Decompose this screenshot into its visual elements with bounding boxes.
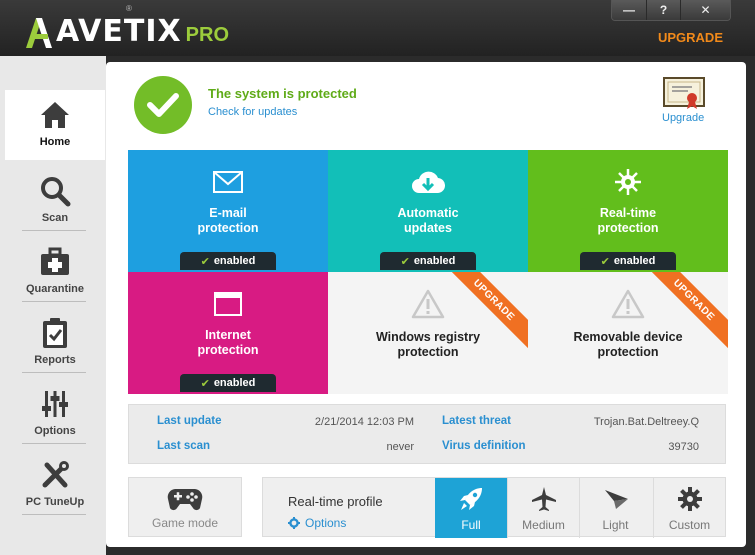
sidebar-item-options[interactable]: Options	[5, 379, 105, 449]
sidebar-divider	[22, 514, 86, 515]
status-title: The system is protected	[208, 86, 357, 101]
tile-internet-protection[interactable]: Internet protection ✔ enabled	[128, 272, 328, 394]
sidebar-divider	[22, 301, 86, 302]
virus-definition-value: 39730	[668, 441, 699, 453]
tile-label: Internet protection	[197, 328, 259, 357]
sidebar-item-label: PC TuneUp	[25, 496, 85, 508]
sidebar-item-home[interactable]: Home	[5, 90, 105, 160]
tile-email-protection[interactable]: E-mail protection ✔ enabled	[128, 150, 328, 272]
sidebar: Home Scan Quarantine Reports Options PC …	[0, 56, 106, 555]
last-update-value: 2/21/2014 12:03 PM	[314, 416, 414, 428]
home-icon	[35, 98, 75, 132]
last-scan-value: never	[386, 441, 414, 453]
sidebar-item-scan[interactable]: Scan	[5, 166, 105, 236]
profile-medium-button[interactable]: Medium	[507, 478, 579, 538]
sidebar-divider	[22, 230, 86, 231]
latest-threat-value: Trojan.Bat.Deltreey.Q	[593, 416, 699, 428]
last-update-label: Last update	[157, 415, 222, 427]
latest-threat-label: Latest threat	[442, 415, 512, 427]
gear-icon	[677, 486, 702, 512]
paper-plane-icon	[603, 486, 629, 512]
tile-label: Windows registry protection	[375, 330, 481, 359]
tile-label: Automatic updates	[397, 206, 459, 235]
warning-icon	[611, 289, 645, 319]
magnifier-icon	[35, 174, 75, 208]
brand-edition: PRO	[185, 24, 229, 46]
enabled-badge: ✔ enabled	[180, 252, 276, 270]
check-icon: ✔	[200, 255, 210, 268]
sidebar-item-label: Options	[34, 425, 76, 437]
tile-windows-registry-protection[interactable]: Windows registry protection UPGRADE	[328, 272, 528, 394]
sidebar-item-reports[interactable]: Reports	[5, 308, 105, 378]
profile-title: Real-time profile	[288, 494, 383, 509]
sidebar-divider	[22, 372, 86, 373]
help-button[interactable]: ?	[646, 0, 680, 20]
profile-button-label: Full	[461, 518, 481, 532]
registered-mark: ®	[126, 4, 132, 13]
sidebar-item-label: Home	[39, 136, 71, 148]
realtime-profile-panel: Real-time profile Options Full Medium Li…	[262, 477, 726, 538]
minimize-button[interactable]: —	[612, 0, 646, 20]
sliders-icon	[35, 387, 75, 421]
last-scan-label: Last scan	[157, 440, 211, 452]
cloud-download-icon	[411, 168, 445, 196]
warning-icon	[411, 289, 445, 319]
sidebar-divider	[22, 443, 86, 444]
envelope-icon	[213, 168, 243, 196]
gear-icon	[288, 517, 300, 529]
tools-icon	[35, 458, 75, 492]
profile-full-button[interactable]: Full	[435, 478, 507, 538]
medkit-icon	[35, 245, 75, 279]
check-icon: ✔	[400, 255, 410, 268]
info-panel: Last update 2/21/2014 12:03 PM Last scan…	[128, 404, 726, 464]
certificate-icon[interactable]	[662, 76, 706, 110]
check-updates-link[interactable]: Check for updates	[208, 106, 297, 118]
brand-name: AVETIX	[56, 14, 182, 49]
close-button[interactable]: ✕	[680, 0, 730, 20]
upgrade-link[interactable]: UPGRADE	[658, 30, 723, 45]
main-panel: The system is protected Check for update…	[106, 62, 746, 547]
tile-label: E-mail protection	[197, 206, 259, 235]
logo-mark-icon	[26, 18, 52, 48]
profile-button-label: Light	[602, 518, 629, 532]
sidebar-item-pc-tuneup[interactable]: PC TuneUp	[5, 450, 105, 520]
profile-light-button[interactable]: Light	[579, 478, 651, 538]
tile-removable-device-protection[interactable]: Removable device protection UPGRADE	[528, 272, 728, 394]
profile-button-label: Medium	[522, 518, 565, 532]
sidebar-item-label: Reports	[34, 354, 76, 366]
title-bar: AVETIX PRO ® — ? ✕ UPGRADE	[0, 0, 755, 56]
tile-label: Real-time protection	[597, 206, 659, 235]
profile-button-label: Custom	[668, 518, 711, 532]
clipboard-icon	[35, 316, 75, 350]
profile-custom-button[interactable]: Custom	[653, 478, 725, 538]
check-circle-icon	[134, 76, 192, 134]
check-icon: ✔	[600, 255, 610, 268]
virus-definition-label: Virus definition	[442, 440, 526, 452]
game-mode-label: Game mode	[151, 516, 219, 530]
window-controls: — ? ✕	[611, 0, 731, 21]
enabled-badge: ✔ enabled	[380, 252, 476, 270]
browser-window-icon	[214, 290, 242, 318]
app-logo: AVETIX PRO	[24, 10, 229, 50]
profile-options-link[interactable]: Options	[288, 516, 346, 530]
upgrade-certificate-label[interactable]: Upgrade	[662, 112, 704, 124]
game-mode-button[interactable]: Game mode	[128, 477, 242, 537]
enabled-badge: ✔ enabled	[180, 374, 276, 392]
gamepad-icon	[167, 489, 203, 511]
sidebar-item-quarantine[interactable]: Quarantine	[5, 237, 105, 307]
enabled-badge: ✔ enabled	[580, 252, 676, 270]
tile-label: Removable device protection	[573, 330, 683, 359]
sidebar-item-label: Scan	[41, 212, 69, 224]
virus-icon	[614, 168, 642, 196]
rocket-icon	[458, 486, 484, 512]
airplane-icon	[531, 486, 557, 512]
tile-realtime-protection[interactable]: Real-time protection ✔ enabled	[528, 150, 728, 272]
sidebar-item-label: Quarantine	[25, 283, 85, 295]
tile-automatic-updates[interactable]: Automatic updates ✔ enabled	[328, 150, 528, 272]
check-icon: ✔	[200, 377, 210, 390]
